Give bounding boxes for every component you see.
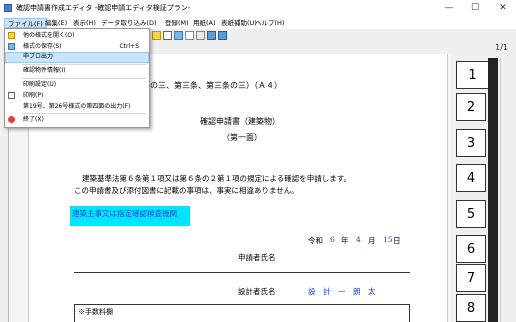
page-tab-1[interactable]: 1 bbox=[456, 61, 488, 89]
maximize-button[interactable]: ☐ bbox=[464, 0, 486, 16]
menu-view[interactable]: 表示(H) bbox=[70, 18, 99, 28]
menu-separator bbox=[22, 78, 146, 79]
menu-print[interactable]: 印刷(P) bbox=[5, 91, 149, 101]
close-button[interactable]: ✕ bbox=[492, 0, 514, 16]
fee-label: ※手数料欄 bbox=[78, 308, 113, 316]
menu-open-other[interactable]: 他の様式を開く(O) bbox=[5, 31, 149, 41]
tab-spine bbox=[488, 58, 498, 322]
exit-icon bbox=[8, 116, 15, 123]
menu-property-info[interactable]: 確認物件情報(I) bbox=[5, 66, 149, 76]
date-month-unit: 月 bbox=[368, 236, 376, 245]
save-icon bbox=[8, 43, 15, 50]
menu-register[interactable]: 登録(M) bbox=[162, 18, 192, 28]
vertical-scrollbar[interactable] bbox=[500, 58, 516, 322]
app-icon bbox=[4, 4, 12, 12]
print-icon bbox=[8, 92, 15, 99]
date-year-unit: 年 bbox=[341, 236, 349, 245]
fee-box bbox=[74, 304, 410, 322]
print-icon[interactable] bbox=[185, 31, 194, 40]
date-month[interactable]: 4 bbox=[356, 235, 361, 244]
open-folder-icon[interactable] bbox=[152, 31, 161, 40]
menu-exit[interactable]: 終了(X) bbox=[5, 115, 149, 125]
menu-paper[interactable]: 用紙(A) bbox=[190, 18, 219, 28]
page-tab-5[interactable]: 5 bbox=[456, 200, 486, 228]
menu-data-import[interactable]: データ取り込み(D) bbox=[98, 18, 160, 28]
page-indicator: 1/1 bbox=[495, 43, 508, 52]
page-tab-4[interactable]: 4 bbox=[456, 164, 486, 192]
form-header: の三、第三条、第三条の三）（Ａ４） bbox=[150, 81, 282, 90]
body-line-2: この申請書及び添付図書に記載の事項は、事実に相違ありません。 bbox=[74, 186, 299, 195]
page-tab-7[interactable]: 7 bbox=[456, 264, 486, 292]
menu-shinpro-output[interactable]: 申プロ出力 bbox=[5, 52, 149, 62]
minimize-button[interactable]: — bbox=[438, 0, 460, 16]
menu-separator bbox=[22, 113, 146, 114]
document-subtitle: （第一面） bbox=[222, 133, 262, 142]
document-icon[interactable] bbox=[163, 31, 172, 40]
divider bbox=[74, 272, 410, 273]
page-tab-6[interactable]: 6 bbox=[456, 235, 486, 263]
copy-icon[interactable] bbox=[218, 31, 227, 40]
page-tab-2[interactable]: 2 bbox=[456, 93, 486, 121]
menu-output-form[interactable]: 第19号、第26号様式の第四面の出力(F) bbox=[5, 102, 149, 112]
menu-separator bbox=[22, 64, 146, 65]
open-folder-icon bbox=[8, 32, 15, 39]
menu-help[interactable]: ヘルプ(H) bbox=[252, 18, 287, 28]
date-year[interactable]: 6 bbox=[330, 235, 335, 244]
edit-icon[interactable] bbox=[196, 31, 205, 40]
date-day-unit: 日 bbox=[393, 236, 401, 245]
page-tab-8[interactable]: 8 bbox=[456, 294, 486, 322]
link-icon[interactable] bbox=[207, 31, 216, 40]
recipient-field[interactable]: 建築主事又は指定確認検査機関 bbox=[70, 206, 190, 226]
window-title: 確認申請書作成エディタ -確認申請エディタ検証プラン- bbox=[16, 4, 191, 12]
menu-edit[interactable]: 編集(E) bbox=[42, 18, 70, 28]
date-era: 令和 bbox=[308, 236, 323, 245]
designer-name[interactable]: 設 計 一 朗 太 bbox=[308, 286, 376, 297]
menu-print-settings[interactable]: 印刷設定(U) bbox=[5, 80, 149, 90]
designer-label: 設計者氏名 bbox=[238, 287, 276, 296]
page-tab-3[interactable]: 3 bbox=[456, 129, 486, 157]
date-day[interactable]: 15 bbox=[383, 235, 393, 244]
menu-file[interactable]: ファイル(F) bbox=[4, 18, 47, 28]
menu-save[interactable]: 様式の保存(S) Ctrl+S bbox=[5, 42, 149, 52]
applicant-label: 申請者氏名 bbox=[238, 253, 276, 262]
document-title: 確認申請書（建築物） bbox=[200, 117, 280, 126]
body-line-1: 建築基準法第６条第１項又は第６条の２第１項の規定による確認を申請します。 bbox=[82, 174, 352, 183]
save-icon[interactable] bbox=[174, 31, 183, 40]
